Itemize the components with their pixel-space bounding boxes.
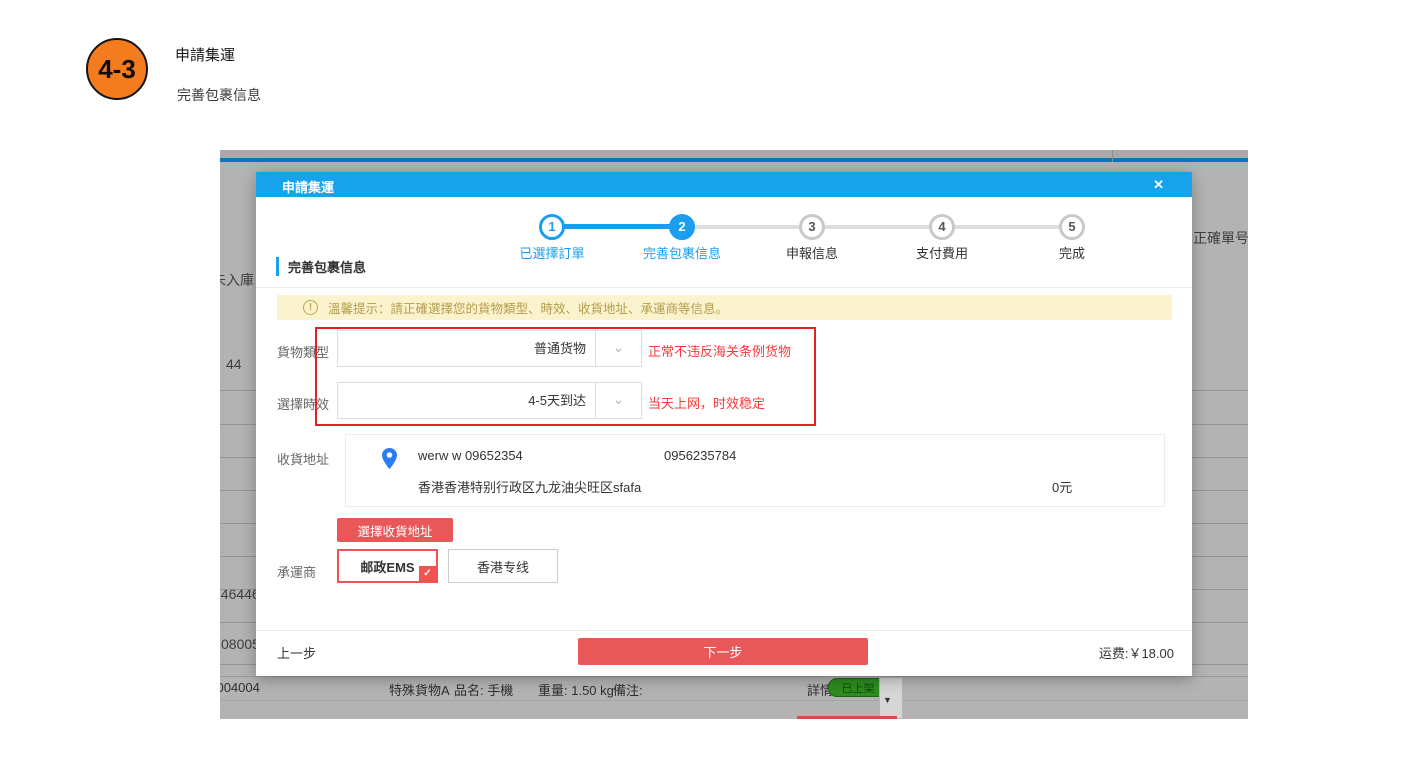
step-circle: 5	[1059, 214, 1085, 240]
address-card[interactable]: werw w 09652354 0956235784 香港香港特别行政区九龙油尖…	[345, 434, 1165, 507]
step-1-selected-orders: 1 已選擇訂單	[487, 214, 617, 262]
lesson-step-badge: 4-3	[86, 38, 148, 100]
dropdown-arrow-icon[interactable]: ▼	[883, 695, 892, 705]
cargo-type-value: 普通货物	[338, 331, 586, 366]
step-circle: 1	[539, 214, 565, 240]
notice-text: 溫馨提示：請正確選擇您的貨物類型、時效、收貨地址、承運商等信息。	[328, 298, 728, 317]
warning-icon: !	[303, 300, 318, 315]
background-topbar-divider	[1112, 150, 1113, 162]
recipient-phone: 0956235784	[664, 448, 736, 463]
delivery-time-label: 選擇時效	[277, 394, 329, 413]
section-divider	[256, 287, 1192, 288]
carrier-option-ems[interactable]: 邮政EMS ✓	[337, 549, 438, 583]
step-5-complete: 5 完成	[1007, 214, 1137, 262]
step-3-declaration: 3 申報信息	[747, 214, 877, 262]
lesson-title: 申請集運	[175, 44, 235, 65]
chevron-down-icon[interactable]: ⌄	[595, 331, 641, 366]
step-2-package-info: 2 完善包裹信息	[617, 214, 747, 262]
step-label: 支付費用	[877, 243, 1007, 262]
apply-consolidation-modal: 申請集運 ✕ 1 已選擇訂單 2 完善包裹信息 3 申報信息 4 支付費用 5 …	[256, 172, 1192, 676]
cargo-type-hint: 正常不违反海关条例货物	[648, 341, 791, 360]
step-circle: 2	[669, 214, 695, 240]
background-column-header: 正確單号	[1193, 228, 1248, 248]
weight-cell: 重量: 1.50 kg	[538, 680, 614, 699]
footer-divider	[256, 630, 1192, 631]
step-4-payment: 4 支付費用	[877, 214, 1007, 262]
background-topbar	[220, 150, 1248, 158]
table-row-divider	[220, 700, 1248, 701]
modal-title: 申請集運	[282, 177, 334, 196]
prev-step-button[interactable]: 上一步	[277, 643, 316, 662]
close-icon[interactable]: ✕	[1153, 177, 1164, 193]
shipping-fee: 运费:￥18.00	[1099, 643, 1174, 662]
lesson-subtitle: 完善包裹信息	[177, 85, 261, 105]
location-pin-icon	[382, 448, 397, 469]
cargo-type-select[interactable]: 普通货物 ⌄	[337, 330, 642, 367]
background-topbar-accent	[220, 158, 1248, 162]
next-step-button[interactable]: 下一步	[578, 638, 868, 665]
screenshot-canvas: 4-3 申請集運 完善包裹信息 未入庫 44 346446 08005 正確單号…	[0, 0, 1417, 768]
carrier-option-hk-line[interactable]: 香港专线	[448, 549, 558, 583]
modal-header	[256, 172, 1192, 197]
cargo-type-cell: 特殊貨物A	[389, 680, 450, 699]
step-circle: 3	[799, 214, 825, 240]
recipient-address: 香港香港特别行政区九龙油尖旺区sfafa	[418, 477, 641, 496]
notice-banner: ! 溫馨提示：請正確選擇您的貨物類型、時效、收貨地址、承運商等信息。	[277, 295, 1172, 320]
background-tab-label: 未入庫	[220, 270, 254, 290]
step-label: 完善包裹信息	[617, 243, 747, 262]
cargo-type-label: 貨物類型	[277, 342, 329, 361]
carrier-name: 香港专线	[477, 557, 529, 576]
recipient-name: werw w 09652354	[418, 448, 523, 463]
chevron-down-icon[interactable]: ⌄	[595, 383, 641, 418]
section-title: 完善包裹信息	[276, 257, 366, 276]
check-icon: ✓	[419, 566, 436, 581]
carrier-name: 邮政EMS	[360, 557, 414, 576]
remark-cell: 備注:	[613, 680, 643, 699]
table-row-divider	[220, 676, 1248, 677]
delivery-time-select[interactable]: 4-5天到达 ⌄	[337, 382, 642, 419]
carrier-label: 承運商	[277, 562, 316, 581]
step-label: 已選擇訂單	[487, 243, 617, 262]
delivery-time-value: 4-5天到达	[338, 383, 586, 418]
background-button-partial	[797, 716, 897, 719]
step-circle: 4	[929, 214, 955, 240]
delivery-time-hint: 当天上网，时效稳定	[648, 393, 765, 412]
select-address-button[interactable]: 選擇收貨地址	[337, 518, 453, 542]
background-cell-partial: 44	[226, 356, 242, 372]
step-label: 申報信息	[747, 243, 877, 262]
address-label: 收貨地址	[277, 449, 329, 468]
product-name-cell: 品名: 手機	[454, 680, 513, 699]
address-fee: 0元	[1052, 477, 1072, 496]
background-cell-partial: 08005	[221, 636, 260, 652]
order-number-cell: 08004004	[220, 680, 260, 695]
step-label: 完成	[1007, 243, 1137, 262]
